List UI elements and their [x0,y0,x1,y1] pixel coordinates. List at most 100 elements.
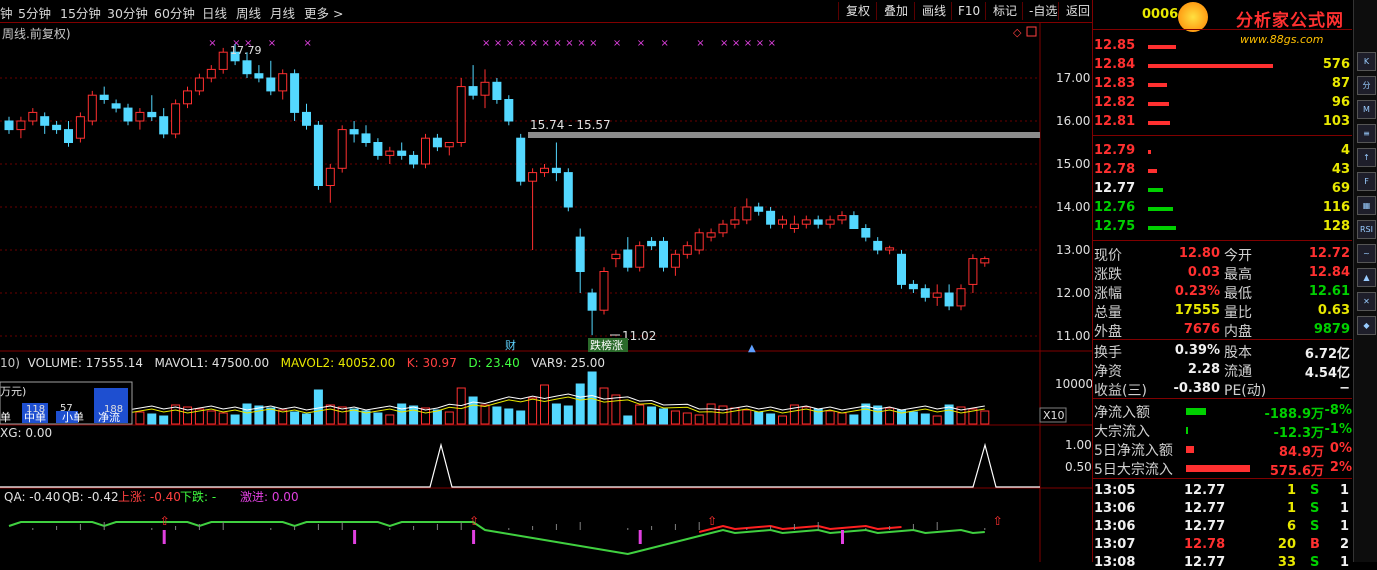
stat-value: 7676 [1183,322,1220,337]
toolstrip-icon[interactable]: ↑ [1357,148,1376,167]
stat2-value: 6.72亿 [1304,347,1350,362]
flow-bar [1186,446,1194,453]
signal-dot: × [506,38,514,49]
mark-button[interactable]: 标记 [985,2,1024,20]
tick-price: 12.77 [1184,501,1226,516]
buy-volume: 116 [1322,200,1350,215]
toolstrip-icon[interactable]: M [1357,100,1376,119]
signal-dot: × [268,38,276,49]
period-tab-week[interactable]: 周线 [236,3,261,22]
buy-volume: 43 [1331,162,1350,177]
overlay-button[interactable]: 叠加 [876,2,915,20]
price-tick: 11.00 [1056,329,1090,343]
candle [349,121,359,143]
fuquan-button[interactable]: 复权 [838,2,877,20]
toolstrip-icon[interactable]: ✕ [1357,292,1376,311]
period-tab-60min[interactable]: 60分钟 [154,3,195,22]
kline-chart-area[interactable]: ◇ × × × × × × × × × × × × × × × × × × × × × × × × 15.74 - 15.57… [0,22,1092,562]
candle [944,284,954,311]
period-tab-30min[interactable]: 30分钟 [107,3,148,22]
tick-count: 2 [1340,537,1350,552]
f10-button[interactable]: F10 [951,2,986,20]
candle [87,90,97,126]
candle [694,228,704,255]
stat2-label: 净资 [1094,364,1122,380]
signal-dot: × [661,38,669,49]
period-tab-more[interactable]: 更多 > [304,3,343,22]
toolstrip-icon[interactable]: K [1357,52,1376,71]
toolstrip-icon[interactable]: ◆ [1357,316,1376,335]
volume-bar [504,408,514,425]
tick-side: S [1310,519,1320,534]
toolstrip-icon[interactable]: F [1357,172,1376,191]
tick-volume: 33 [1277,555,1296,570]
toolstrip-icon[interactable]: ≡ [1357,124,1376,143]
sell-volume-bar [1148,64,1273,68]
toolstrip-icon[interactable]: RSI [1357,220,1376,239]
volume-bar [432,409,442,425]
tick-volume: 1 [1286,501,1296,516]
tick-count: 1 [1340,483,1350,498]
toolstrip-icon[interactable]: ~ [1357,244,1376,263]
resistance-band [528,132,1040,138]
volume-bar [290,411,300,425]
sell-price: 12.84 [1094,57,1136,72]
candle [766,207,776,229]
volume-bar [563,405,573,425]
toolstrip-icon[interactable]: ▲ [1357,268,1376,287]
stat2-value: 4.54亿 [1304,366,1350,381]
candle [540,164,549,177]
candle [647,237,657,250]
square-icon[interactable] [1026,26,1037,37]
candle [599,267,609,315]
candle [861,224,871,242]
finance-tag[interactable]: 财 [505,338,516,352]
watchlist-remove-button[interactable]: -自选 [1022,2,1061,20]
tick-volume: 20 [1277,537,1296,552]
event-marker-icon: ▲ [748,343,756,354]
stat2-label: 收益(三) [1094,383,1147,399]
stat-label: 量比 [1224,305,1252,321]
flow-bar [1186,465,1250,472]
volume-bar [242,403,252,425]
toolstrip-icon[interactable]: 分 [1357,76,1376,95]
candle [432,133,442,152]
volume-bar [206,410,216,425]
high-label: 17.79 [230,44,262,57]
candle [28,108,38,126]
draw-button[interactable]: 画线 [914,2,953,20]
rank-tag[interactable]: 跌榜涨 [590,338,623,352]
tick-time: 13:06 [1094,519,1136,534]
capital-label-3: 小单 [62,411,84,424]
candle [575,228,585,293]
signal-dot: × [720,38,728,49]
qa-legend: QA: -0.40 QB: -0.42 上涨: -0.40 下跌: - 激进: … [4,489,299,504]
volume-bar [575,383,585,425]
candle [421,133,430,169]
period-tab-month[interactable]: 月线 [270,3,295,22]
buy-volume: 128 [1322,219,1350,234]
tick-time: 13:05 [1094,483,1136,498]
stat-value: 9879 [1313,322,1350,337]
period-tab-15min[interactable]: 15分钟 [60,3,101,22]
candle [468,65,478,100]
diamond-icon[interactable]: ◇ [1013,26,1022,39]
period-tab-day[interactable]: 日线 [202,3,227,22]
candle [480,69,490,109]
period-tab-5min[interactable]: 5分钟 [18,3,51,22]
stat2-value: − [1339,381,1350,396]
flow-value: -188.9万 [1264,407,1324,422]
period-tab-min[interactable]: 钟 [0,3,13,22]
volume-bar [766,413,776,425]
sell-volume: 87 [1331,76,1350,91]
tick-time: 13:06 [1094,501,1136,516]
volume-bar [302,413,311,425]
tick-time: 13:07 [1094,537,1136,552]
toolstrip-icon[interactable]: ▦ [1357,196,1376,215]
volume-bar [706,403,716,425]
candle [111,99,121,113]
stat-label: 涨跌 [1094,267,1122,283]
stat-label: 内盘 [1224,324,1252,340]
flow-value: 84.9万 [1278,445,1324,460]
candle [135,108,145,130]
